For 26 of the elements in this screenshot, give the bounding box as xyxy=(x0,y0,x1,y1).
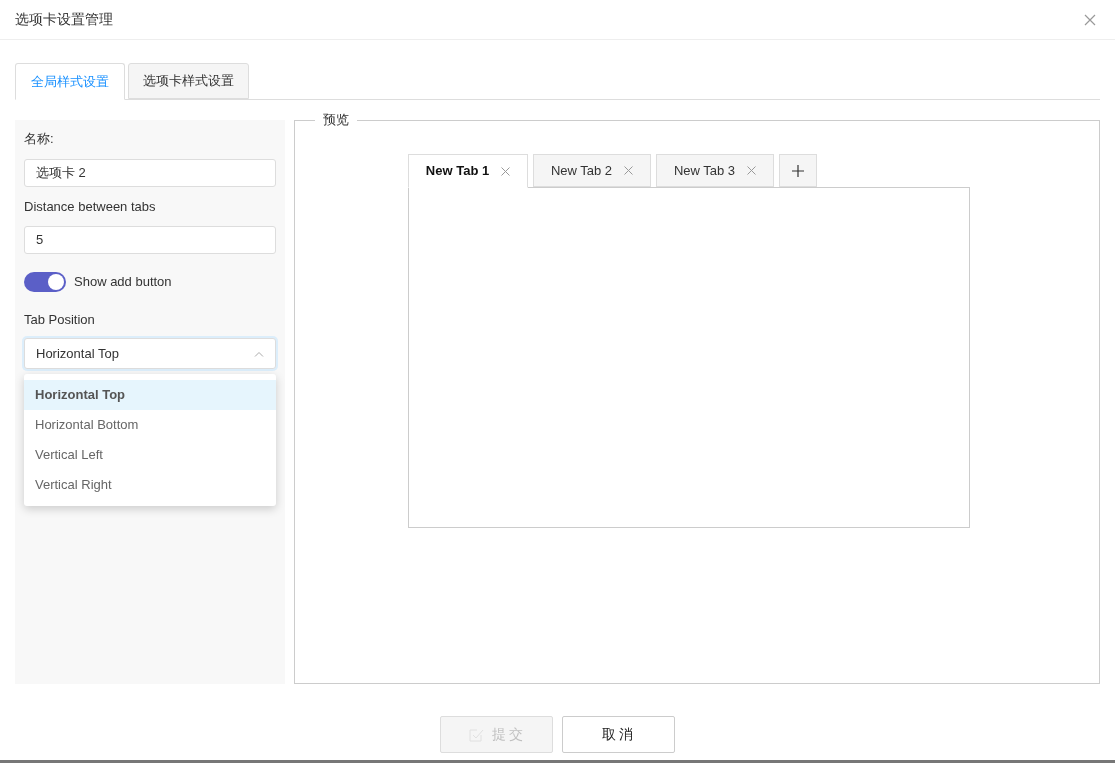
distance-input[interactable]: 5 xyxy=(36,230,44,250)
preview-tab[interactable]: New Tab 3 xyxy=(656,154,774,187)
preview-tab[interactable]: New Tab 1 xyxy=(408,154,528,188)
field-label: 名称: xyxy=(24,130,55,148)
dropdown-option[interactable]: Vertical Right xyxy=(24,470,276,500)
settings-tab[interactable]: 选项卡样式设置 xyxy=(128,63,249,99)
field-label: Distance between tabs xyxy=(24,198,157,216)
name-input[interactable]: 选项卡 2 xyxy=(36,163,86,183)
dropdown-option[interactable]: Vertical Left xyxy=(24,440,276,470)
close-icon[interactable] xyxy=(624,166,634,175)
preview-tab[interactable]: New Tab 2 xyxy=(533,154,651,187)
tab-position-select[interactable]: Horizontal Top xyxy=(24,338,276,369)
toggle-switch[interactable] xyxy=(24,272,66,292)
add-tab-button[interactable] xyxy=(779,154,817,187)
cancel-button[interactable]: 取消 xyxy=(562,716,675,753)
dropdown-option[interactable]: Horizontal Bottom xyxy=(24,410,276,440)
dropdown-option[interactable]: Horizontal Top xyxy=(24,380,276,410)
field-label: Tab Position xyxy=(24,311,96,329)
close-icon[interactable] xyxy=(1084,13,1096,26)
close-icon[interactable] xyxy=(501,166,511,176)
preview-legend: 预览 xyxy=(315,112,357,128)
close-icon[interactable] xyxy=(747,166,757,175)
plus-icon xyxy=(792,164,804,177)
caret-icon xyxy=(254,350,264,357)
dialog-title: 选项卡设置管理 xyxy=(15,10,113,29)
toggle-label: Show add button xyxy=(74,273,172,292)
